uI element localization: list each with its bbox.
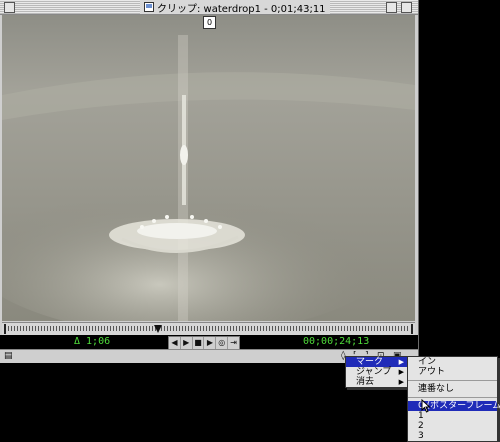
loop-icon[interactable]: ◎ [216,337,229,349]
stop-icon[interactable]: ■ [193,337,205,349]
video-frame[interactable]: 0 [2,15,415,321]
menu-separator [408,397,497,398]
film-strip-icon[interactable]: ▤ [4,352,13,361]
marker-context-menu: マーク ▶ ジャンプ ▶ 消去 ▶ [345,356,409,388]
mouse-cursor-icon [421,399,431,413]
menu-item-out[interactable]: アウト [408,367,497,377]
clip-icon [144,2,154,12]
step-back-icon[interactable]: ◀ [169,337,181,349]
controller-bar: Δ 1;06 ◀ ▶ ■ ▶ ◎ ⇥ 00;00;24;13 [0,335,418,350]
collapse-box[interactable] [401,2,412,13]
zoom-box[interactable] [386,2,397,13]
close-box[interactable] [4,2,15,13]
timeline-ticks [8,326,409,331]
menu-separator [408,380,497,381]
in-point-marker[interactable] [4,324,6,334]
window-title: クリップ: waterdrop1 - 0;01;43;11 [140,0,330,15]
play-icon[interactable]: ▶ [204,337,217,349]
menu-item-mark[interactable]: マーク ▶ [346,357,408,367]
menu-item-clear[interactable]: 消去 ▶ [346,377,408,387]
transport-controls: ◀ ▶ ■ ▶ ◎ ⇥ [168,336,240,350]
clip-window: クリップ: waterdrop1 - 0;01;43;11 0 Δ 1;06 ◀… [0,0,419,363]
step-forward-icon[interactable]: ▶ [181,337,193,349]
menu-item-marker-3[interactable]: 3 [408,431,497,441]
submenu-arrow-icon: ▶ [398,358,404,366]
current-timecode: 00;00;24;13 [303,336,370,347]
submenu-arrow-icon: ▶ [398,368,404,376]
playhead[interactable] [154,325,162,333]
menu-item-unnumbered[interactable]: 連番なし [408,384,497,394]
menu-item-label: 消去 [356,377,375,387]
poster-frame-marker[interactable]: 0 [203,16,216,29]
menu-item-marker-2[interactable]: 2 [408,421,497,431]
water-drop-image [2,15,415,321]
title-bar[interactable]: クリップ: waterdrop1 - 0;01;43;11 [0,0,418,15]
duration-timecode: Δ 1;06 [74,336,111,347]
menu-item-jump[interactable]: ジャンプ ▶ [346,367,408,377]
window-title-text: クリップ: waterdrop1 - 0;01;43;11 [157,3,326,15]
timeline-scrubber[interactable] [2,322,415,335]
menu-item-in[interactable]: イン [408,357,497,367]
menu-item-label: マーク [356,357,384,367]
play-in-out-icon[interactable]: ⇥ [228,337,239,349]
menu-item-label: ジャンプ [356,367,392,377]
submenu-arrow-icon: ▶ [398,378,404,386]
out-point-marker[interactable] [411,324,413,334]
